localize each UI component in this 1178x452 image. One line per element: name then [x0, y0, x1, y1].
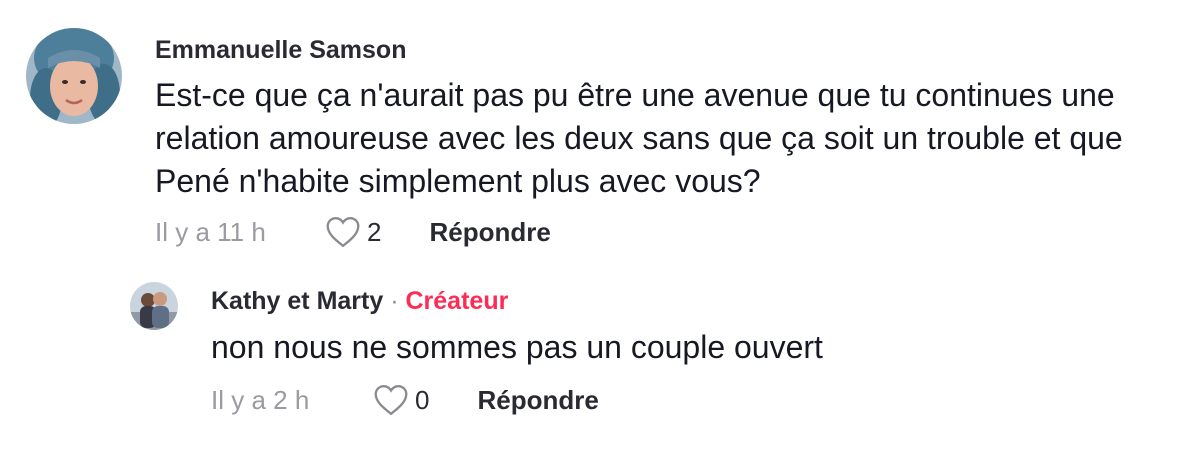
commenter-avatar[interactable] — [26, 28, 122, 124]
reply-timestamp: Il y a 2 h — [211, 384, 310, 415]
reply-item: Kathy et Marty · Créateur non nous ne so… — [0, 270, 1178, 440]
heart-outline-icon — [374, 385, 408, 416]
like-count: 0 — [415, 384, 430, 415]
comment-meta: Il y a 11 h 2 Répondre — [155, 212, 551, 252]
like-button[interactable]: 0 — [373, 384, 429, 416]
reply-meta: Il y a 2 h 0 Répondre — [211, 380, 599, 420]
comment-author[interactable]: Emmanuelle Samson — [155, 36, 406, 65]
reply-avatar[interactable] — [130, 282, 178, 330]
like-button[interactable]: 2 — [325, 216, 381, 248]
creator-badge: Créateur — [405, 287, 509, 315]
separator-dot: · — [390, 287, 399, 315]
avatar-woman-blue-headscarf-icon — [26, 28, 122, 124]
reply-button[interactable]: Répondre — [429, 217, 550, 248]
comment-timestamp: Il y a 11 h — [155, 216, 266, 247]
reply-author-line: Kathy et Marty · Créateur — [211, 287, 508, 316]
heart-outline-icon — [326, 217, 360, 248]
like-count: 2 — [367, 216, 382, 247]
reply-text: non nous ne sommes pas un couple ouvert — [211, 329, 823, 365]
reply-author[interactable]: Kathy et Marty — [211, 287, 383, 315]
avatar-couple-photo-icon — [130, 282, 178, 330]
reply-button[interactable]: Répondre — [477, 385, 598, 416]
comment-item: Emmanuelle Samson Est-ce que ça n'aurait… — [0, 0, 1178, 260]
comment-text: Est-ce que ça n'aurait pas pu être une a… — [155, 77, 1123, 199]
